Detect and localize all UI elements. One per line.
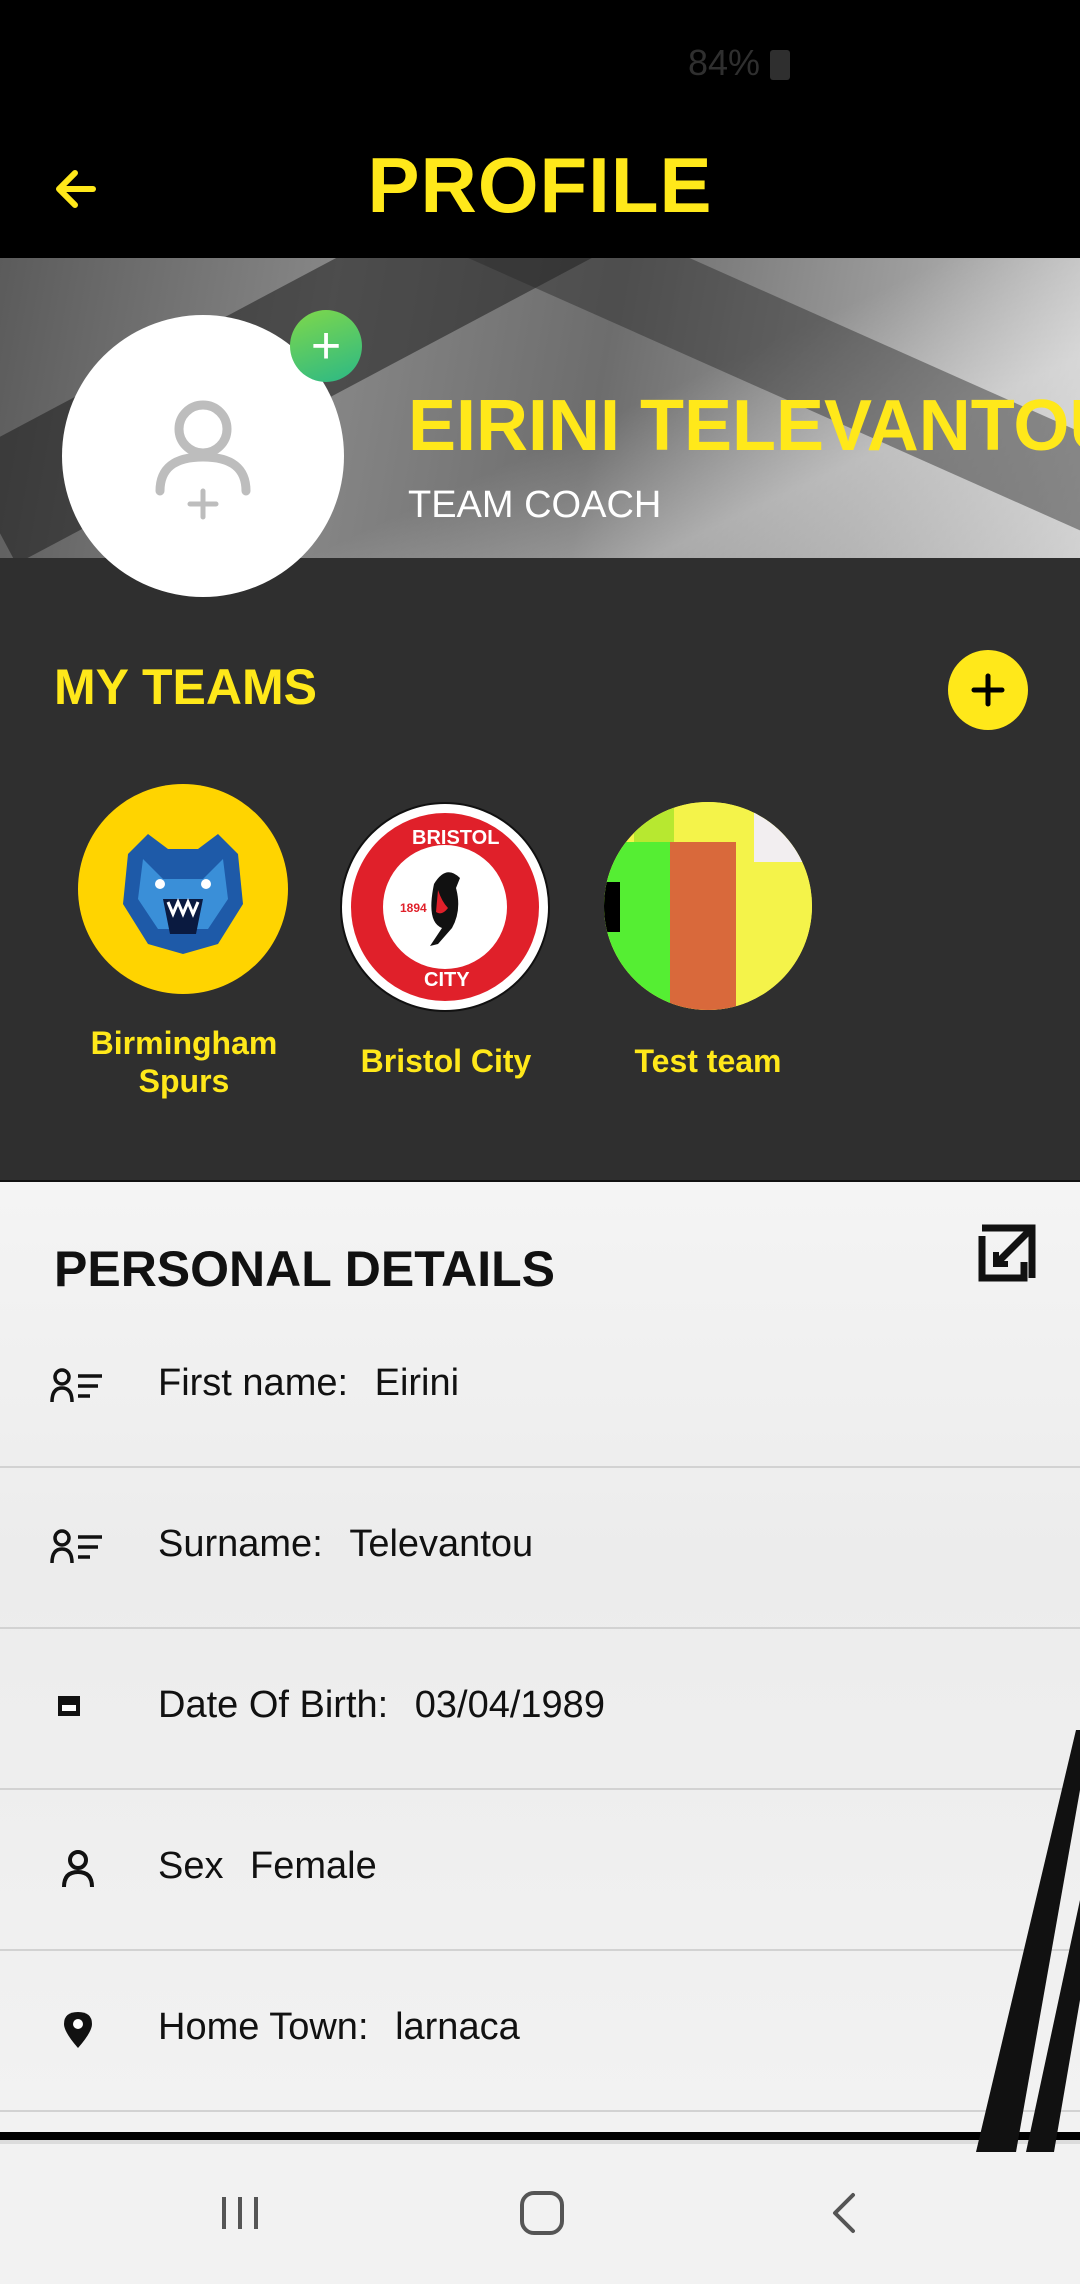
- team-logo: [604, 802, 812, 1010]
- page-title: PROFILE: [367, 141, 713, 229]
- detail-row-date-of-birth: Date Of Birth: 03/04/1989: [0, 1628, 1080, 1790]
- battery-percentage: 84%: [688, 42, 761, 83]
- user-role: TEAM COACH: [408, 484, 662, 526]
- detail-label: Home Town: larnaca: [158, 2006, 520, 2049]
- recent-apps-icon: [222, 2197, 258, 2229]
- calendar-icon: [58, 1696, 80, 1716]
- home-icon: [520, 2191, 564, 2235]
- detail-row-sex: Sex Female: [0, 1789, 1080, 1951]
- my-teams-section: MY TEAMS Birmingham Spurs 1894 BRISTOL C…: [0, 558, 1080, 1182]
- detail-row-first-name: First name: Eirini: [0, 1306, 1080, 1468]
- recent-apps-button[interactable]: [200, 2178, 280, 2248]
- svg-text:BRISTOL: BRISTOL: [412, 827, 499, 849]
- chevron-left-icon: [833, 2193, 855, 2233]
- team-name: Test team: [634, 1043, 782, 1079]
- team-name: Bristol City: [360, 1043, 532, 1079]
- user-name: EIRINI TELEVANTOU: [408, 386, 1080, 466]
- date-of-birth-label: Date Of Birth:: [158, 1684, 389, 1726]
- detail-row-home-town: Home Town: larnaca: [0, 1950, 1080, 2112]
- first-name-value: Eirini: [374, 1362, 460, 1404]
- detail-row-surname: Surname: Televantou: [0, 1467, 1080, 1629]
- section-title: PERSONAL DETAILS: [54, 1241, 555, 1297]
- edit-button[interactable]: [976, 1222, 1038, 1284]
- team-name-line: Spurs: [138, 1063, 230, 1099]
- sex-label: Sex: [158, 1845, 224, 1887]
- team-name-line: Birmingham: [90, 1025, 278, 1061]
- team-card-test-team[interactable]: Test team: [578, 558, 838, 1158]
- status-bar: 84%: [0, 0, 1080, 130]
- location-pin-icon: [64, 2012, 92, 2048]
- svg-text:CITY: CITY: [424, 969, 470, 991]
- add-person-icon: [155, 400, 251, 520]
- surname-value: Televantou: [349, 1523, 534, 1565]
- team-card-bristol-city[interactable]: 1894 BRISTOL CITY Bristol City: [316, 558, 576, 1158]
- battery-icon: [770, 50, 790, 80]
- detail-label: Sex Female: [158, 1845, 377, 1888]
- team-logo: [78, 784, 288, 994]
- app-header: PROFILE: [0, 130, 1080, 258]
- date-of-birth-value: 03/04/1989: [414, 1684, 605, 1726]
- plus-icon: +: [310, 317, 342, 375]
- person-icon: [62, 1850, 94, 1888]
- pixel-logo-icon: [604, 802, 812, 1010]
- personal-details-section: PERSONAL DETAILS First name: Eirini Surn…: [0, 1182, 1080, 2132]
- team-logo: 1894 BRISTOL CITY: [340, 802, 550, 1012]
- back-nav-button[interactable]: [804, 2178, 884, 2248]
- sex-value: Female: [250, 1845, 377, 1887]
- bear-logo-icon: [123, 834, 243, 954]
- add-photo-button[interactable]: +: [290, 310, 362, 382]
- team-name: Birmingham Spurs: [54, 1024, 314, 1100]
- first-name-label: First name:: [158, 1362, 349, 1404]
- home-town-label: Home Town:: [158, 2006, 369, 2048]
- plus-icon: [971, 673, 1005, 707]
- robin-logo-icon: 1894 BRISTOL CITY: [347, 809, 543, 1005]
- detail-label: Surname: Televantou: [158, 1523, 533, 1566]
- detail-label: Date Of Birth: 03/04/1989: [158, 1684, 605, 1727]
- svg-text:1894: 1894: [400, 901, 427, 915]
- decorative-stripes: [976, 1730, 1080, 2152]
- edit-icon: [978, 1224, 1036, 1282]
- person-list-icon: [50, 1368, 102, 1403]
- home-button[interactable]: [502, 2178, 582, 2248]
- detail-label: First name: Eirini: [158, 1362, 459, 1405]
- team-card-birmingham-spurs[interactable]: Birmingham Spurs: [54, 558, 314, 1158]
- home-town-value: larnaca: [395, 2006, 520, 2048]
- person-list-icon: [50, 1529, 102, 1564]
- surname-label: Surname:: [158, 1523, 323, 1565]
- system-navigation-bar: [0, 2140, 1080, 2284]
- add-team-button[interactable]: [948, 650, 1028, 730]
